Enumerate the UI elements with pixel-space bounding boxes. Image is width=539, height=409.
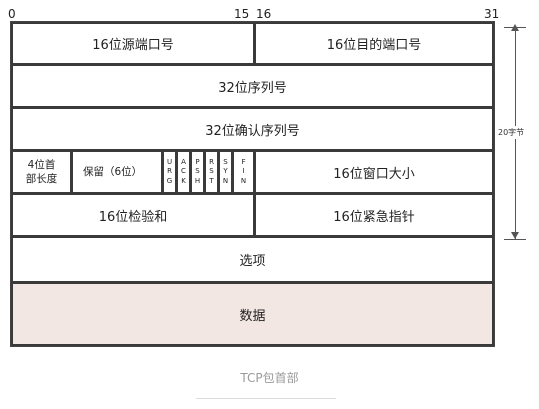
flag-rst: RST (206, 152, 217, 192)
flag-psh-char: P (195, 157, 200, 166)
bit-number-0: 0 (8, 7, 16, 21)
diagram-caption: TCP包首部 (240, 371, 299, 385)
flag-rst-char: S (209, 167, 214, 176)
flag-syn: SYN (220, 152, 231, 192)
flag-ack-char: C (181, 167, 186, 176)
destination-port-field: 16位目的端口号 (256, 24, 492, 63)
header-length-line2: 部长度 (25, 173, 58, 185)
arrow-down-icon (511, 232, 519, 239)
urgent-pointer-field: 16位紧急指针 (256, 195, 492, 235)
source-port-field: 16位源端口号 (13, 24, 253, 63)
reserved-field: 保留（6位） (73, 152, 161, 192)
flag-urg-char: G (166, 176, 173, 185)
flag-psh-char: S (195, 167, 200, 176)
bit-number-31: 31 (484, 7, 500, 21)
flag-rst-char: T (209, 176, 214, 185)
data-field: 数据 (13, 284, 492, 344)
flag-syn-char: Y (223, 167, 228, 176)
flag-fin-char: N (240, 176, 247, 185)
checksum-field: 16位检验和 (13, 195, 253, 235)
flag-ack-char: A (181, 157, 186, 166)
flag-fin: FIN (234, 152, 253, 192)
flag-fin-char: F (241, 157, 246, 166)
sequence-number-field: 32位序列号 (13, 66, 492, 106)
flag-urg-char: R (167, 167, 172, 176)
flag-ack: ACK (178, 152, 189, 192)
flag-urg: URG (164, 152, 175, 192)
window-size-field: 16位窗口大小 (256, 152, 492, 192)
options-field: 选项 (13, 238, 492, 281)
bit-number-16: 16 (256, 7, 272, 21)
header-length-field: 4位首 部长度 (13, 152, 70, 192)
flag-rst-char: R (209, 157, 214, 166)
bracket-bottom-tick (504, 239, 526, 240)
bit-number-15: 15 (234, 7, 250, 21)
tcp-header-diagram: 16位源端口号 16位目的端口号 32位序列号 32位确认序列号 4位首 部长度… (10, 21, 495, 347)
flag-fin-char: I (242, 167, 245, 176)
flag-ack-char: K (181, 176, 186, 185)
arrow-up-icon (511, 24, 519, 31)
header-length-line1: 4位首 (27, 158, 56, 171)
flag-syn-char: S (223, 157, 228, 166)
header-size-label: 20字节 (498, 126, 525, 139)
flag-urg-char: U (166, 157, 173, 166)
flag-syn-char: N (222, 176, 229, 185)
flag-psh-char: H (194, 176, 201, 185)
caption-underline (196, 398, 336, 399)
flag-psh: PSH (192, 152, 203, 192)
acknowledgment-number-field: 32位确认序列号 (13, 109, 492, 149)
